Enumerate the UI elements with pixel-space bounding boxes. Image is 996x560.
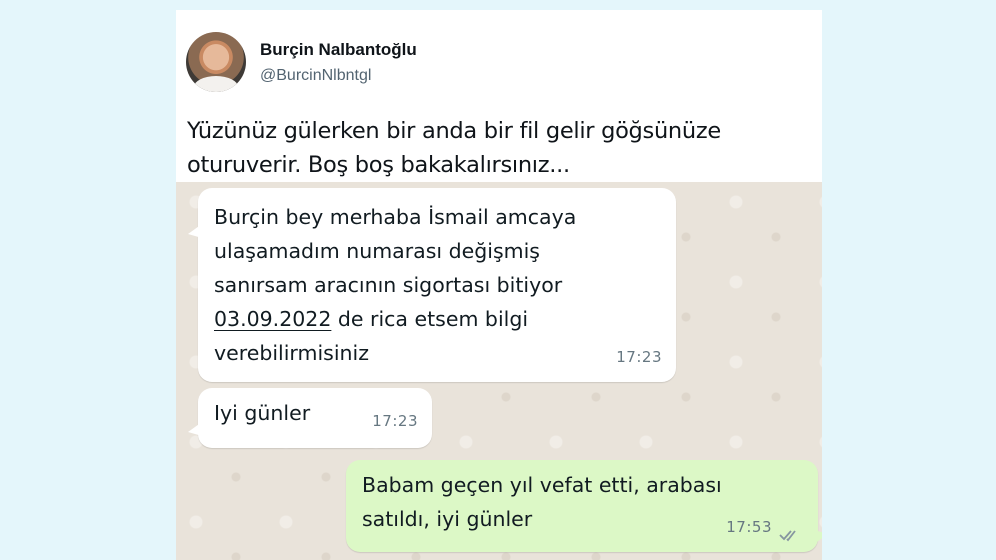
author-handle[interactable]: @BurcinNlbntgl	[260, 67, 417, 85]
incoming-message: Burçin bey merhaba İsmail amcaya ulaşama…	[188, 188, 676, 382]
message-time: 17:53	[726, 518, 772, 536]
outgoing-message: Babam geçen yıl vefat etti, arabası satı…	[346, 460, 822, 552]
avatar[interactable]	[186, 32, 246, 92]
author-names: Burçin Nalbantoğlu @BurcinNlbntgl	[260, 40, 417, 85]
screenshot-card: Burçin Nalbantoğlu @BurcinNlbntgl Yüzünü…	[176, 10, 822, 560]
message-line: verebilirmisiniz	[214, 341, 369, 365]
bubble-tail	[188, 422, 202, 436]
chat-screenshot: Burçin bey merhaba İsmail amcaya ulaşama…	[176, 182, 822, 560]
tweet-text-line: oturuverir. Boş boş bakakalırsınız...	[187, 152, 570, 178]
bubble-tail	[188, 224, 202, 238]
tweet-text-line: Yüzünüz gülerken bir anda bir fil gelir …	[187, 118, 721, 144]
message-line: Babam geçen yıl vefat etti, arabası	[362, 473, 722, 497]
message-text: Iyi günler	[214, 401, 311, 425]
tweet-text: Yüzünüz gülerken bir anda bir fil gelir …	[187, 114, 807, 182]
incoming-message: Iyi günler 17:23	[188, 388, 432, 448]
message-time: 17:23	[372, 412, 418, 430]
message-line: Burçin bey merhaba İsmail amcaya	[214, 205, 577, 229]
message-line-rest: de rica etsem bilgi	[331, 307, 529, 331]
bubble-tail	[814, 530, 822, 544]
message-line: ulaşamadım numarası değişmiş	[214, 239, 540, 263]
message-line: 03.09.2022 de rica etsem bilgi	[214, 302, 660, 336]
date-link[interactable]: 03.09.2022	[214, 307, 331, 331]
message-line: sanırsam aracının sigortası bitiyor	[214, 273, 563, 297]
avatar-shirt	[194, 76, 238, 92]
author-display-name[interactable]: Burçin Nalbantoğlu	[260, 40, 417, 60]
tweet-header: Burçin Nalbantoğlu @BurcinNlbntgl	[186, 32, 417, 92]
double-check-icon	[779, 530, 796, 542]
message-time: 17:23	[616, 348, 662, 366]
